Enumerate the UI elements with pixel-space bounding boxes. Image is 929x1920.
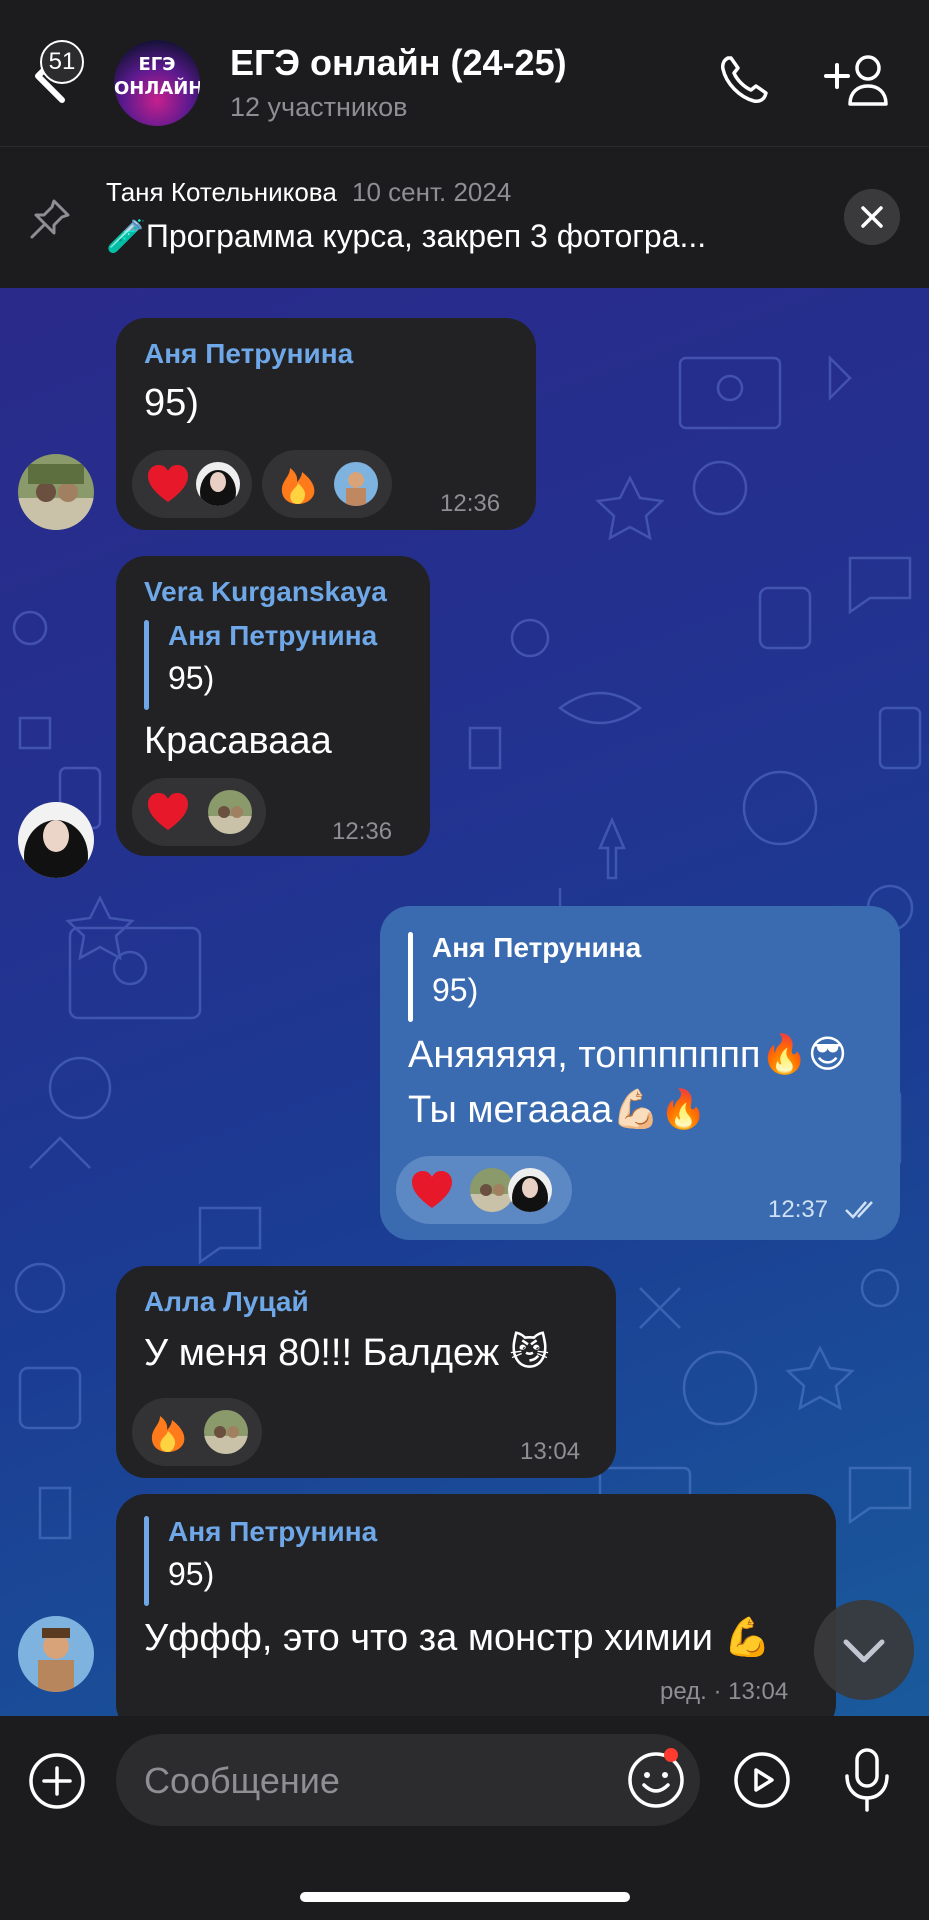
group-avatar-text-line2: ОНЛАЙН [114,78,200,99]
message-time: 12:36 [440,490,501,517]
message-input-field[interactable]: Сообщение [116,1734,700,1826]
fire-icon [151,1416,185,1452]
sender-avatar[interactable] [18,802,94,878]
video-message-icon[interactable] [732,1750,792,1810]
pin-icon [30,199,70,239]
sender-name[interactable]: Алла Луцай [144,1286,309,1318]
reply-text: 95) [432,972,479,1008]
pinned-message-bar[interactable]: Таня Котельникова 10 сент. 2024 🧪Програм… [0,147,929,287]
message-time: 12:37 [768,1196,829,1223]
add-user-icon[interactable] [822,50,894,110]
reply-quote-bar [408,932,413,1022]
outgoing-message-bubble[interactable]: Аня Петрунина 95) Аняяяяя, топпппппп🔥😎 Т… [380,906,900,1240]
group-avatar-text-line1: ЕГЭ [138,54,176,75]
message-input-bar: Сообщение [0,1716,929,1920]
reaction-heart[interactable] [132,450,252,518]
sender-avatar[interactable] [18,454,94,530]
message-bubble[interactable]: Алла Луцай У меня 80!!! Балдеж 😼 13:04 [116,1266,616,1478]
reply-quote-bar [144,620,149,710]
scroll-to-bottom-button[interactable] [814,1600,914,1700]
fire-icon [281,468,315,504]
read-double-check-icon [845,1201,873,1219]
message-bubble[interactable]: Аня Петрунина 95) 12:36 [116,318,536,530]
message-input-placeholder: Сообщение [144,1760,340,1801]
heart-icon [412,1171,452,1208]
reaction-fire[interactable] [132,1398,262,1466]
message-text: 95) [144,382,199,424]
message-time: ред. · 13:04 [660,1678,789,1705]
pinned-author: Таня Котельникова 10 сент. 2024 [106,177,511,208]
message-text: Красаваaa [144,720,332,762]
pinned-author-name: Таня Котельникова [106,177,337,207]
message-time: 13:04 [520,1438,581,1465]
group-avatar[interactable]: ЕГЭ ОНЛАЙН [114,40,200,126]
sender-name[interactable]: Аня Петрунина [144,338,353,370]
reply-sender[interactable]: Аня Петрунина [168,620,377,652]
reactor-avatar [196,462,240,506]
chat-title[interactable]: ЕГЭ онлайн (24-25) [230,42,567,84]
message-bubble[interactable]: Vera Kurganskaya Аня Петрунина 95) Краса… [116,556,430,856]
message-text-line1: Аняяяяя, топпппппп🔥😎 [408,1034,848,1076]
pinned-date: 10 сент. 2024 [352,177,512,207]
sticker-emoji-icon[interactable] [626,1750,686,1810]
attach-plus-icon[interactable] [28,1752,86,1810]
reaction-heart[interactable] [396,1156,572,1224]
participants-count: 12 участников [230,92,408,122]
close-pinned-icon[interactable] [844,189,900,245]
message-text-line2: Ты мегаааа💪🏻🔥 [408,1089,707,1131]
sender-avatar[interactable] [18,1616,94,1692]
reactor-avatar [204,1410,248,1454]
reply-sender[interactable]: Аня Петрунина [432,932,641,964]
reactor-avatar [208,790,252,834]
heart-icon [148,793,188,830]
pinned-text: 🧪Программа курса, закреп 3 фотогра... [106,218,707,254]
home-indicator [300,1892,630,1902]
message-text: Уффф, это что за монстр химии 💪 [144,1617,771,1659]
reaction-fire[interactable] [262,450,392,518]
sender-name[interactable]: Vera Kurganskaya [144,576,387,608]
reaction-heart[interactable] [132,778,266,846]
reply-sender[interactable]: Аня Петрунина [168,1516,377,1548]
chat-messages-area[interactable]: Аня Петрунина 95) 12:36 Vera Kurganskaya [0,288,929,1716]
microphone-icon[interactable] [840,1746,894,1814]
message-bubble[interactable]: Аня Петрунина 95) Уффф, это что за монст… [116,1494,836,1716]
unread-count-badge[interactable]: 51 [40,40,84,84]
heart-icon [148,465,188,502]
chat-header: 51 ЕГЭ ОНЛАЙН ЕГЭ онлайн (24-25) 12 учас… [0,0,929,147]
sticker-notification-dot [664,1748,678,1762]
reactor-avatar [334,462,378,506]
reply-quote-bar [144,1516,149,1606]
phone-icon[interactable] [714,50,774,110]
message-time: 12:36 [332,818,393,845]
reply-text: 95) [168,660,215,696]
reply-text: 95) [168,1556,215,1592]
reactor-avatar [508,1168,552,1212]
message-text: У меня 80!!! Балдеж 😼 [144,1332,550,1374]
